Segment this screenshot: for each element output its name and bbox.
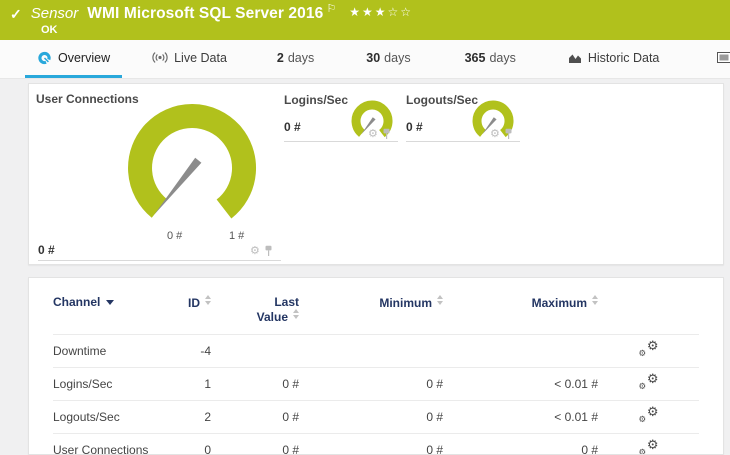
tab-live-data[interactable]: Live Data — [140, 40, 239, 78]
tab-overview-label: Overview — [58, 50, 111, 65]
channel-last-value: 0 # — [211, 433, 299, 454]
sort-icon — [293, 309, 299, 319]
tab-historic-data-label: Historic Data — [587, 50, 660, 65]
channel-last-value — [211, 334, 299, 368]
broadcast-icon — [152, 51, 168, 64]
column-header-minimum[interactable]: Minimum — [299, 278, 443, 335]
channel-minimum: 0 # — [299, 400, 443, 434]
channel-id: 0 — [173, 433, 211, 454]
tab-2-days-unit: days — [287, 50, 315, 65]
pin-icon[interactable] — [504, 128, 513, 140]
pin-icon[interactable] — [382, 128, 391, 140]
status-ok-check-icon: ✓ — [10, 6, 22, 22]
channel-maximum — [443, 334, 598, 368]
table-row-user-connections: User Connections 0 0 # 0 # 0 # ⚙ ⚙ — [53, 433, 699, 454]
table-row-logouts-sec: Logouts/Sec 2 0 # 0 # < 0.01 # ⚙ ⚙ — [53, 400, 699, 434]
primary-gauge-scale-max: 1 # — [229, 230, 245, 242]
column-header-channel-label: Channel — [53, 295, 101, 309]
tab-2-days[interactable]: 2 days — [265, 40, 326, 78]
channel-last-value: 0 # — [211, 400, 299, 434]
tab-365-days-number: 365 — [464, 50, 486, 65]
table-row-downtime: Downtime -4 ⚙ ⚙ — [53, 334, 699, 368]
table-row-logins-sec: Logins/Sec 1 0 # 0 # < 0.01 # ⚙ ⚙ — [53, 367, 699, 401]
channel-id: 2 — [173, 400, 211, 434]
gauge-icon — [37, 50, 52, 65]
channel-maximum: < 0.01 # — [443, 400, 598, 434]
channel-name: Logins/Sec — [53, 367, 173, 401]
column-header-id[interactable]: ID — [173, 278, 211, 335]
tab-365-days-unit: days — [489, 50, 516, 65]
column-header-maximum-label: Maximum — [531, 296, 587, 310]
tab-historic-data[interactable]: Historic Data — [556, 40, 672, 78]
channel-last-value: 0 # — [211, 367, 299, 401]
tab-bar: Overview Live Data 2 days 30 days 365 da… — [0, 40, 730, 79]
gauges-panel: User Connections 0 # 1 # 0 # ⚙ Logins/Se… — [28, 83, 724, 265]
gauge-gear-icon[interactable]: ⚙ — [250, 245, 260, 256]
area-chart-icon — [568, 52, 582, 64]
table-header-row: Channel ID Last Value Minimum Maximum — [53, 278, 699, 335]
favorite-flag-icon[interactable]: ⚐ — [326, 2, 336, 15]
channel-settings-gears-icon[interactable]: ⚙ ⚙ — [639, 339, 659, 359]
channel-maximum: < 0.01 # — [443, 367, 598, 401]
channel-settings-gears-icon[interactable]: ⚙ ⚙ — [639, 438, 659, 454]
channel-id: -4 — [173, 334, 211, 368]
small-gauge-title-logouts: Logouts/Sec — [406, 93, 479, 107]
priority-stars[interactable]: ★★★☆☆ — [349, 5, 413, 19]
channel-minimum: 0 # — [299, 433, 443, 454]
column-header-id-label: ID — [188, 296, 200, 310]
gauge-gear-icon[interactable]: ⚙ — [490, 128, 500, 139]
sensor-kind-label: Sensor — [30, 5, 79, 22]
column-header-minimum-label: Minimum — [379, 296, 432, 310]
tab-30-days-number: 30 — [366, 50, 381, 65]
primary-gauge — [128, 104, 257, 219]
column-header-maximum[interactable]: Maximum — [443, 278, 598, 335]
channel-id: 1 — [173, 367, 211, 401]
tab-30-days-unit: days — [384, 50, 411, 65]
tab-live-data-label: Live Data — [174, 50, 227, 65]
tab-2-days-number: 2 — [276, 50, 284, 65]
gauge-gear-icon[interactable]: ⚙ — [368, 128, 378, 139]
channel-maximum: 0 # — [443, 433, 598, 454]
tab-30-days[interactable]: 30 days — [354, 40, 422, 78]
sort-icon — [437, 295, 443, 305]
status-badge: OK — [41, 24, 58, 36]
channels-table: Channel ID Last Value Minimum Maximum Do… — [53, 278, 699, 454]
primary-gauge-scale-min: 0 # — [167, 230, 183, 242]
channel-minimum: 0 # — [299, 367, 443, 401]
sort-icon — [592, 295, 598, 305]
channels-panel: Channel ID Last Value Minimum Maximum Do… — [28, 277, 724, 455]
log-list-icon — [717, 52, 730, 63]
sort-icon — [205, 295, 211, 305]
column-header-value-label: Value — [256, 310, 288, 324]
channel-name: User Connections — [53, 433, 173, 454]
channel-settings-gears-icon[interactable]: ⚙ ⚙ — [639, 405, 659, 425]
channel-name: Logouts/Sec — [53, 400, 173, 434]
pin-icon[interactable] — [264, 245, 273, 257]
small-gauge-value-logins: 0 # — [284, 120, 301, 134]
sensor-name: WMI Microsoft SQL Server 2016 — [87, 5, 324, 22]
channel-minimum — [299, 334, 443, 368]
column-header-actions — [598, 278, 699, 335]
small-gauge-value-logouts: 0 # — [406, 120, 423, 134]
sort-desc-icon — [106, 300, 115, 305]
column-header-channel[interactable]: Channel — [53, 278, 173, 335]
channel-settings-gears-icon[interactable]: ⚙ ⚙ — [639, 372, 659, 392]
tab-365-days[interactable]: 365 days — [453, 40, 528, 78]
column-header-last-value[interactable]: Last Value — [211, 278, 299, 335]
channel-name: Downtime — [53, 334, 173, 368]
column-header-last-label: Last — [274, 295, 299, 309]
sensor-header: ✓ Sensor WMI Microsoft SQL Server 2016 ⚐… — [0, 0, 730, 40]
tab-overview[interactable]: Overview — [25, 40, 123, 78]
small-gauge-title-logins: Logins/Sec — [284, 93, 349, 107]
primary-gauge-value: 0 # — [38, 243, 55, 257]
tab-log[interactable]: Log — [705, 40, 730, 78]
